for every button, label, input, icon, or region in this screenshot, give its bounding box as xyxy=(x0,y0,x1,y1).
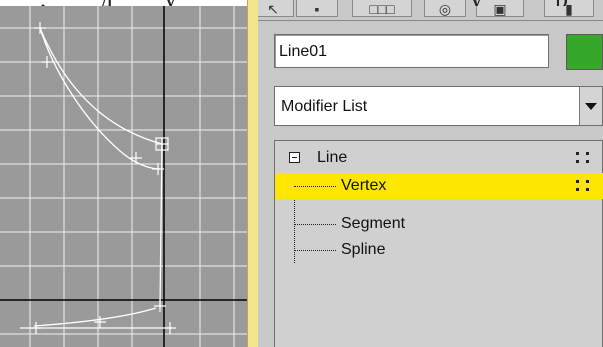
stack-item-label: Segment xyxy=(341,215,406,232)
page-text-fragment: д xyxy=(100,0,113,6)
viewport-canvas[interactable] xyxy=(0,6,247,347)
sub-object-dots-icon xyxy=(576,180,590,192)
spline-shape xyxy=(20,27,172,329)
tree-connector xyxy=(294,186,336,187)
object-name-field[interactable]: Line01 xyxy=(274,34,549,68)
modifier-stack[interactable]: Line Vertex Segment Spline xyxy=(274,140,603,347)
tree-connector xyxy=(294,250,336,251)
command-panel: ↖ ▪ □□□ ◎ ▣ ▮ Line01 Modifier List Line … xyxy=(258,0,603,347)
page-text-fragment-2: у xyxy=(164,0,177,6)
sub-object-dots-icon xyxy=(576,152,590,164)
stack-item-label: Spline xyxy=(341,241,386,258)
modifier-list-label: Modifier List xyxy=(281,98,368,115)
viewport[interactable] xyxy=(0,6,247,347)
stack-item-spline[interactable]: Spline xyxy=(275,237,603,263)
modifier-list-dropdown[interactable]: Modifier List xyxy=(274,86,603,126)
viewport-grid xyxy=(0,6,247,347)
page-text-comma: , xyxy=(40,0,47,6)
object-color-swatch[interactable] xyxy=(566,34,603,70)
stack-item-label: Line xyxy=(317,149,348,166)
chevron-down-icon xyxy=(585,102,597,110)
tree-connector xyxy=(294,224,336,225)
stack-item-vertex[interactable]: Vertex xyxy=(275,173,603,199)
stack-item-line[interactable]: Line xyxy=(275,145,603,171)
page-text-fragment-3: у xyxy=(470,0,483,6)
stack-item-segment[interactable]: Segment xyxy=(275,211,603,237)
collapse-icon[interactable] xyxy=(289,152,300,163)
stack-item-label: Vertex xyxy=(341,177,387,194)
vertex-markers xyxy=(30,22,176,334)
dropdown-arrow-button[interactable] xyxy=(579,87,602,125)
page-text-fragment-4: р xyxy=(555,0,568,6)
viewport-axes xyxy=(0,6,247,347)
page-text-strip: , д у у р xyxy=(0,0,603,6)
